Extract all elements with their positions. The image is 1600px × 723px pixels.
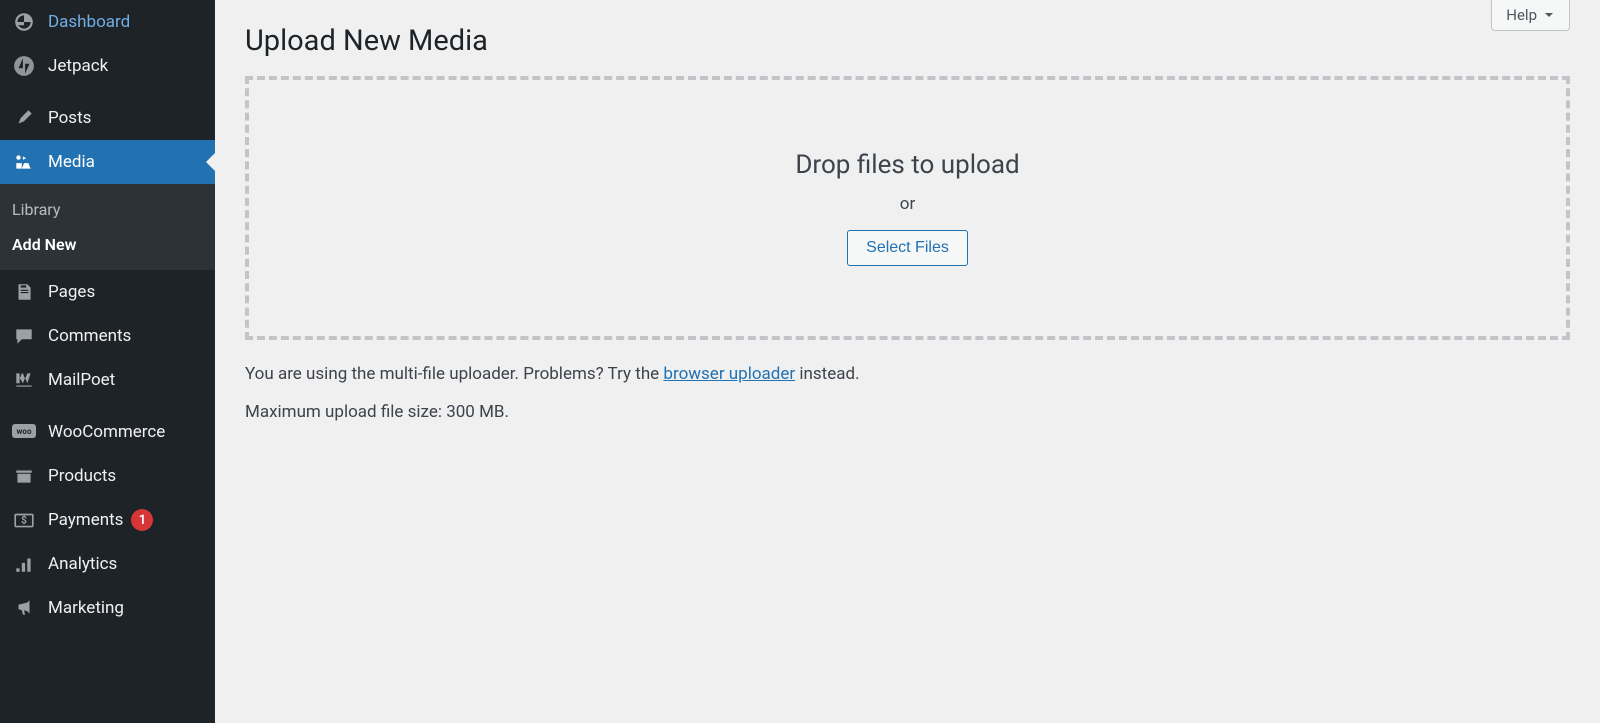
select-files-button[interactable]: Select Files (847, 230, 968, 266)
sidebar-item-dashboard[interactable]: Dashboard (0, 0, 215, 44)
sidebar-item-comments[interactable]: Comments (0, 314, 215, 358)
sidebar-item-label: Analytics (48, 554, 117, 574)
sidebar-item-woocommerce[interactable]: woo WooCommerce (0, 410, 215, 454)
woocommerce-icon: woo (12, 420, 36, 444)
help-label: Help (1506, 6, 1537, 24)
uploader-info: You are using the multi-file uploader. P… (245, 364, 1570, 384)
sidebar-item-label: Posts (48, 108, 91, 128)
uploader-info-prefix: You are using the multi-file uploader. P… (245, 364, 663, 384)
or-text: or (249, 194, 1566, 214)
sidebar-item-label: Marketing (48, 598, 124, 618)
main-content: Help Upload New Media Drop files to uplo… (215, 0, 1600, 723)
sidebar-item-pages[interactable]: Pages (0, 270, 215, 314)
sidebar-item-label: Pages (48, 282, 95, 302)
sidebar-item-label: Dashboard (48, 12, 130, 32)
jetpack-icon (12, 54, 36, 78)
sidebar-item-media[interactable]: Media (0, 140, 215, 184)
sidebar-item-posts[interactable]: Posts (0, 96, 215, 140)
sidebar-item-analytics[interactable]: Analytics (0, 542, 215, 586)
sidebar-item-label: Comments (48, 326, 131, 346)
page-title: Upload New Media (245, 0, 1570, 76)
sidebar-subitem-library[interactable]: Library (0, 192, 215, 227)
upload-dropzone[interactable]: Drop files to upload or Select Files (245, 76, 1570, 340)
pages-icon (12, 280, 36, 304)
mailpoet-icon (12, 368, 36, 392)
payments-badge: 1 (131, 509, 153, 531)
sidebar-item-label: MailPoet (48, 370, 115, 390)
sidebar-item-label: Media (48, 152, 95, 172)
megaphone-icon (12, 596, 36, 620)
pin-icon (12, 106, 36, 130)
analytics-icon (12, 552, 36, 576)
sidebar-item-label: Jetpack (48, 56, 108, 76)
help-tab[interactable]: Help (1491, 0, 1570, 31)
dashboard-icon (12, 10, 36, 34)
sidebar-submenu-media: Library Add New (0, 184, 215, 270)
sidebar-subitem-addnew[interactable]: Add New (0, 227, 215, 262)
sidebar-item-mailpoet[interactable]: MailPoet (0, 358, 215, 402)
sidebar-item-payments[interactable]: $ Payments 1 (0, 498, 215, 542)
browser-uploader-link[interactable]: browser uploader (663, 364, 795, 384)
svg-text:$: $ (21, 515, 27, 526)
drop-files-text: Drop files to upload (249, 150, 1566, 180)
sidebar-item-marketing[interactable]: Marketing (0, 586, 215, 630)
media-icon (12, 150, 36, 174)
svg-text:woo: woo (17, 427, 32, 436)
payments-icon: $ (12, 508, 36, 532)
admin-sidebar: Dashboard Jetpack Posts Media Library Ad… (0, 0, 215, 723)
max-upload-size: Maximum upload file size: 300 MB. (245, 402, 1570, 422)
products-icon (12, 464, 36, 488)
sidebar-item-label: Payments (48, 510, 123, 530)
uploader-info-suffix: instead. (795, 364, 859, 384)
sidebar-item-label: WooCommerce (48, 422, 165, 442)
comments-icon (12, 324, 36, 348)
sidebar-item-products[interactable]: Products (0, 454, 215, 498)
chevron-down-icon (1543, 9, 1555, 21)
sidebar-item-label: Products (48, 466, 116, 486)
sidebar-item-jetpack[interactable]: Jetpack (0, 44, 215, 88)
